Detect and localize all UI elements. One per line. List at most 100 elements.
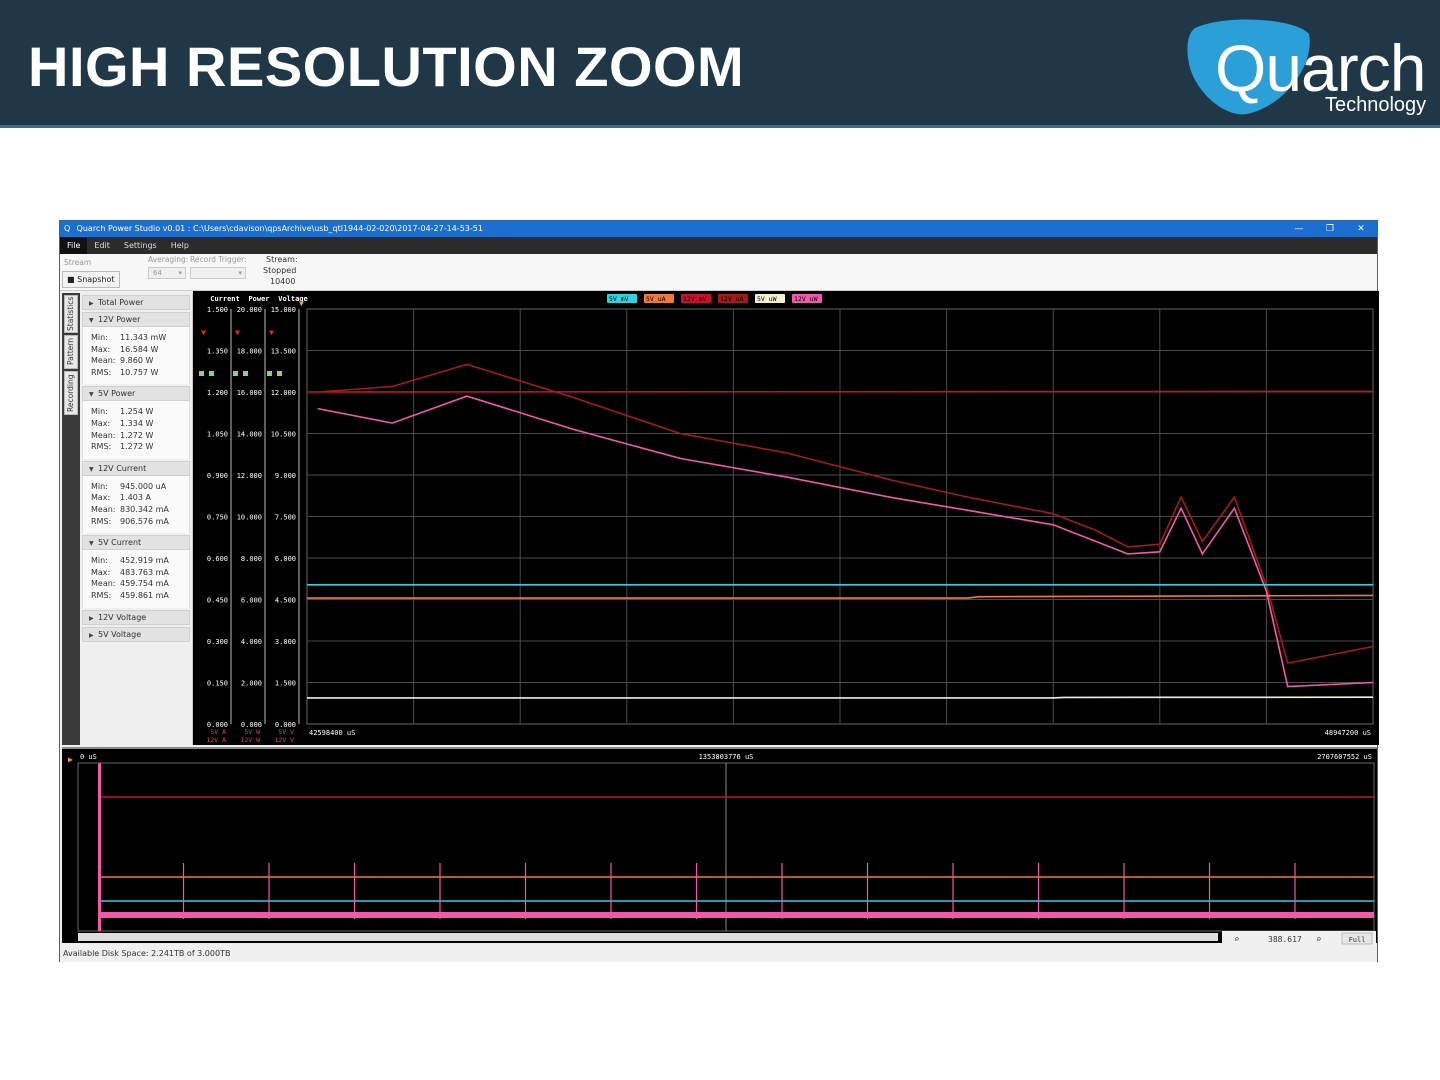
- stats-section-header[interactable]: ▼ 12V Current: [82, 460, 190, 476]
- stats-section-title: Total Power: [98, 298, 144, 307]
- averaging-select[interactable]: 64 ▾: [148, 267, 186, 279]
- menu-file[interactable]: File: [60, 237, 88, 254]
- zoom-value: 388.617: [1268, 935, 1302, 944]
- axis-tick-label: 15.000: [271, 306, 296, 314]
- tab-pattern[interactable]: Pattern: [64, 335, 78, 369]
- menu-help[interactable]: Help: [164, 237, 196, 254]
- chevron-down-icon: ▾: [238, 269, 242, 277]
- stat-row: Mean: 9.860 W: [91, 355, 189, 367]
- stats-section-body: Min: 452.919 mA Max: 483.763 mA Mean: 459.754…: [82, 550, 190, 608]
- overview-chart[interactable]: 0 uS 1353803776 uS 2707607552 uS ▶ ⌕ 388.617 ⌕…: [62, 747, 1377, 945]
- stat-value: 1.254 W: [120, 407, 154, 417]
- axis-tick-label: 4.000: [241, 638, 262, 646]
- statistics-panel: ▶ Total Power ▼ 12V Power Min: 11.343 mW Max: 1…: [80, 293, 193, 745]
- stat-row: Max: 1.403 A: [91, 492, 189, 504]
- stats-section-header[interactable]: ▼ 5V Power: [82, 386, 190, 402]
- tab-recording[interactable]: Recording: [64, 371, 78, 415]
- overview-mid-label: 1353803776 uS: [699, 753, 754, 761]
- axis-tick-label: 0.450: [207, 597, 228, 605]
- snapshot-label: Snapshot: [77, 275, 115, 284]
- legend-label: 12V uA: [720, 295, 744, 303]
- record-trigger-select[interactable]: ▾: [190, 267, 246, 279]
- stat-key: Max:: [91, 344, 111, 354]
- slide-title: HIGH RESOLUTION ZOOM: [28, 35, 745, 98]
- series-line: [317, 363, 1374, 665]
- axis-tick-label: 0.600: [207, 555, 228, 563]
- axis-unit-5v: 5V W: [244, 728, 260, 736]
- overview-end-label: 2707607552 uS: [1317, 753, 1372, 761]
- overview-cursor-icon: ▶: [68, 755, 73, 764]
- stat-row: Min: 11.343 mW: [91, 332, 189, 344]
- series-line: [307, 696, 1374, 699]
- window-titlebar: Q Quarch Power Studio v0.01 : C:\Users\c…: [60, 221, 1377, 237]
- stat-value: 459.754 mA: [120, 579, 169, 589]
- axis-tick-label: 1.050: [207, 431, 228, 439]
- x-end-label: 48947200 uS: [1325, 729, 1371, 737]
- caret-right-icon: ▶: [89, 300, 94, 307]
- axis-tick-label: 3.000: [275, 638, 296, 646]
- stream-count: 10400: [270, 277, 296, 286]
- trigger-marker-icon: ▼: [201, 328, 206, 337]
- stat-value: 16.584 W: [120, 344, 159, 354]
- caret-down-icon: ▼: [89, 540, 94, 548]
- channel-indicator-icon: [243, 371, 248, 376]
- caret-down-icon: ▼: [89, 465, 94, 473]
- axis-unit-12v: 12V V: [274, 736, 294, 744]
- channel-indicator-icon: [267, 371, 272, 376]
- menu-edit[interactable]: Edit: [87, 237, 117, 254]
- snapshot-button[interactable]: ■ Snapshot: [62, 271, 120, 288]
- stat-row: Min: 1.254 W: [91, 406, 189, 418]
- channel-indicator-icon: [233, 371, 238, 376]
- stat-key: Mean:: [91, 430, 116, 440]
- app-q-icon: Q: [64, 224, 71, 233]
- legend-label: 12V uW: [794, 295, 818, 303]
- averaging-label: Averaging:: [148, 255, 189, 264]
- stat-value: 9.860 W: [120, 356, 154, 366]
- restore-button[interactable]: ❐: [1315, 221, 1345, 237]
- stats-section-title: 5V Voltage: [98, 629, 142, 639]
- main-chart-svg[interactable]: Current 1.500 1.350 1.200 1.050 0.900 0.750 0.6…: [193, 291, 1379, 745]
- stats-section-header[interactable]: ▶ 5V Voltage: [82, 626, 190, 642]
- disk-space-text: Available Disk Space: 2.241TB of 3.000TB: [63, 949, 231, 958]
- overview-chart-svg[interactable]: 0 uS 1353803776 uS 2707607552 uS ▶ ⌕ 388.617 ⌕…: [62, 749, 1377, 945]
- axis-unit-12v: 12V A: [206, 736, 226, 744]
- axis-tick-label: 0.150: [207, 680, 228, 688]
- caret-down-icon: ▼: [89, 391, 94, 399]
- caret-down-icon: ▼: [89, 317, 94, 324]
- axis-tick-label: 0.750: [207, 514, 228, 522]
- trigger-marker-icon: ▼: [269, 328, 274, 337]
- axis-tick-label: 6.000: [241, 597, 262, 605]
- axis-tick-label: 16.000: [237, 389, 262, 397]
- stats-section-header[interactable]: ▶ Total Power: [82, 295, 190, 310]
- window-title: Quarch Power Studio v0.01 : C:\Users\cda…: [76, 224, 483, 233]
- stats-section-header[interactable]: ▼ 5V Current: [82, 535, 190, 551]
- main-chart[interactable]: Current 1.500 1.350 1.200 1.050 0.900 0.750 0.6…: [193, 291, 1379, 745]
- stats-section-title: 12V Voltage: [98, 612, 147, 622]
- minimize-button[interactable]: —: [1284, 221, 1314, 237]
- tab-statistics[interactable]: Statistics: [64, 295, 78, 333]
- stat-row: Mean: 1.272 W: [91, 430, 189, 442]
- stat-key: Mean:: [91, 356, 116, 366]
- stats-section-header[interactable]: ▶ 12V Voltage: [82, 609, 190, 625]
- axis-tick-label: 12.000: [237, 472, 262, 480]
- stat-value: 483.763 mA: [120, 567, 169, 577]
- stats-section-header[interactable]: ▼ 12V Power: [82, 312, 190, 327]
- axis-tick-label: 1.200: [207, 389, 228, 397]
- stat-key: Min:: [91, 407, 108, 417]
- axis-unit-12v: 12V W: [240, 736, 260, 744]
- stats-section-title: 5V Current: [98, 538, 142, 548]
- stat-key: Max:: [91, 418, 111, 428]
- stats-section-title: 12V Current: [98, 463, 147, 473]
- close-button[interactable]: ✕: [1346, 221, 1376, 237]
- stat-row: Max: 1.334 W: [91, 418, 189, 430]
- stat-value: 906.576 mA: [120, 516, 169, 526]
- trigger-marker-icon: ▼: [235, 328, 240, 337]
- stats-section-title: 12V Power: [98, 315, 141, 324]
- stat-value: 1.334 W: [120, 418, 154, 428]
- axis-tick-label: 10.500: [271, 431, 296, 439]
- axis-tick-label: 13.500: [271, 348, 296, 356]
- menu-settings[interactable]: Settings: [117, 237, 164, 254]
- stat-row: Mean: 459.754 mA: [91, 578, 189, 590]
- stats-section-body: Min: 1.254 W Max: 1.334 W Mean: 1.272 W RMS: 1.…: [82, 401, 190, 459]
- axis-tick-label: 0.900: [207, 472, 228, 480]
